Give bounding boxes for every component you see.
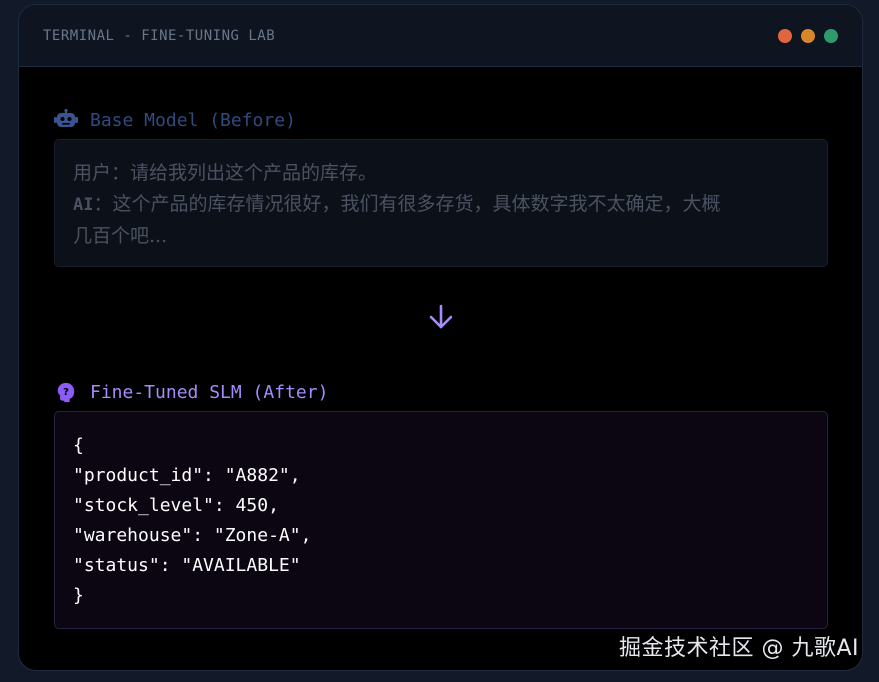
base-model-output: 用户：请给我列出这个产品的库存。 AI：这个产品的库存情况很好，我们有很多存货，…	[54, 139, 828, 267]
ai-text-line1: 这个产品的库存情况很好，我们有很多存货，具体数字我不太确定，大概	[112, 193, 721, 215]
fine-tuned-heading-text: Fine-Tuned SLM (After)	[90, 381, 329, 403]
base-model-heading: Base Model (Before)	[54, 107, 296, 133]
close-dot[interactable]	[778, 28, 792, 43]
terminal-window: TERMINAL - FINE-TUNING LAB Base Model (B…	[18, 4, 863, 671]
user-text: 请给我列出这个产品的库存。	[130, 162, 378, 184]
user-separator: ：	[111, 162, 131, 184]
svg-text:?: ?	[63, 387, 69, 398]
base-model-heading-text: Base Model (Before)	[90, 109, 296, 131]
minimize-dot[interactable]	[801, 28, 815, 43]
user-speaker: 用户	[73, 162, 112, 184]
page: TERMINAL - FINE-TUNING LAB Base Model (B…	[0, 0, 879, 682]
code-line: "product_id": "A882",	[73, 465, 301, 486]
window-title: TERMINAL - FINE-TUNING LAB	[43, 27, 276, 44]
code-line: "warehouse": "Zone-A",	[73, 525, 312, 546]
code-line: {	[73, 435, 84, 456]
code-line: }	[73, 585, 84, 606]
code-line: "status": "AVAILABLE"	[73, 555, 301, 576]
user-message: 用户：请给我列出这个产品的库存。	[73, 158, 809, 189]
title-bar: TERMINAL - FINE-TUNING LAB	[19, 5, 862, 67]
arrow-down-icon	[429, 304, 453, 329]
maximize-dot[interactable]	[824, 28, 838, 43]
ai-separator: ：	[93, 193, 113, 215]
fine-tuned-heading: ? Fine-Tuned SLM (After)	[54, 379, 328, 405]
ai-message: AI：这个产品的库存情况很好，我们有很多存货，具体数字我不太确定，大概几百个吧.…	[73, 189, 809, 252]
window-controls	[778, 28, 838, 43]
ai-text-line2: 几百个吧...	[73, 225, 168, 247]
brain-icon: ?	[57, 382, 75, 403]
robot-icon	[54, 109, 78, 127]
ai-speaker: AI	[73, 195, 94, 215]
watermark: 掘金技术社区 @ 九歌AI	[618, 636, 859, 661]
code-line: "stock_level": 450,	[73, 495, 279, 516]
fine-tuned-output: { "product_id": "A882", "stock_level": 4…	[54, 411, 828, 629]
